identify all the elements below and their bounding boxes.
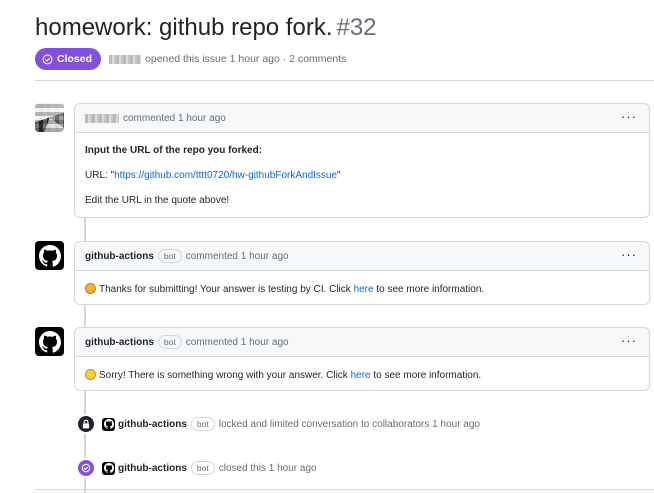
repo-url-link[interactable]: https://github.com/tttt0720/hw-githubFor… <box>114 170 337 181</box>
lock-badge <box>76 414 96 434</box>
comment-time[interactable]: commented 1 hour ago <box>123 113 226 124</box>
comment-author[interactable]: github-actions <box>85 337 154 348</box>
bot-badge: bot <box>157 249 182 263</box>
bot-badge: bot <box>190 461 215 475</box>
comment-text: to see more information. <box>373 284 485 295</box>
event-text: locked and limited conversation to colla… <box>218 418 480 430</box>
issue-meta: Closed opened this issue 1 hour ago · 2 … <box>35 48 346 70</box>
here-link[interactable]: here <box>354 284 374 295</box>
comment-author[interactable]: github-actions <box>85 251 154 262</box>
comment-body: Input the URL of the repo you forked: UR… <box>75 133 649 218</box>
timeline-event-closed: github-actions bot closed this 1 hour ag… <box>76 458 317 478</box>
bot-badge: bot <box>190 417 215 431</box>
issue-meta-text: opened this issue 1 hour ago · 2 comment… <box>145 53 347 65</box>
avatar[interactable] <box>35 103 64 132</box>
event-actor[interactable]: github-actions <box>118 419 187 430</box>
comment-line: Sorry! There is something wrong with you… <box>85 369 639 381</box>
crying-face-emoji-icon <box>85 369 96 380</box>
github-actions-avatar[interactable] <box>35 241 64 270</box>
comment-2: github-actions bot commented 1 hour ago … <box>74 241 650 305</box>
lock-icon <box>82 419 90 429</box>
comment-line: Input the URL of the repo you forked: <box>85 145 263 156</box>
url-prefix: URL: " <box>85 170 115 181</box>
bottom-divider <box>35 489 654 490</box>
github-logo-icon <box>38 330 61 353</box>
github-actions-mini-avatar[interactable] <box>102 461 115 475</box>
hands-emoji-icon <box>85 283 96 294</box>
bot-badge: bot <box>157 335 182 349</box>
issue-title: homework: github repo fork. #32 <box>35 14 377 42</box>
event-text: closed this 1 hour ago <box>218 462 317 474</box>
comment-text: to see more information. <box>370 370 482 381</box>
comment-line: Thanks for submitting! Your answer is te… <box>85 283 639 295</box>
comment-header: github-actions bot commented 1 hour ago … <box>75 242 649 271</box>
comment-menu-button[interactable]: ··· <box>621 334 637 347</box>
github-actions-mini-avatar[interactable] <box>102 417 115 431</box>
comment-url-line: URL: "https://github.com/tttt0720/hw-git… <box>85 170 639 181</box>
comment-body: Sorry! There is something wrong with you… <box>75 357 649 393</box>
comment-text: Thanks for submitting! Your answer is te… <box>99 284 354 295</box>
event-actor[interactable]: github-actions <box>118 463 187 474</box>
comment-body: Thanks for submitting! Your answer is te… <box>75 271 649 307</box>
comment-line: Edit the URL in the quote above! <box>85 195 230 206</box>
comment-header: commented 1 hour ago ··· <box>75 104 649 133</box>
header-divider <box>35 80 654 81</box>
comment-3: github-actions bot commented 1 hour ago … <box>74 327 650 391</box>
status-badge: Closed <box>35 48 102 70</box>
comment-menu-button[interactable]: ··· <box>621 248 637 261</box>
url-suffix: " <box>337 170 341 181</box>
github-actions-avatar[interactable] <box>35 327 64 356</box>
comment-time[interactable]: commented 1 hour ago <box>186 337 289 348</box>
comment-1: commented 1 hour ago ··· Input the URL o… <box>74 103 650 218</box>
github-logo-icon <box>38 244 61 267</box>
closed-badge <box>76 458 96 478</box>
comment-menu-button[interactable]: ··· <box>621 110 637 123</box>
closed-circle-icon <box>81 463 91 473</box>
issue-number: #32 <box>336 14 377 41</box>
comment-header: github-actions bot commented 1 hour ago … <box>75 328 649 357</box>
comment-text: Sorry! There is something wrong with you… <box>99 370 351 381</box>
closed-check-icon <box>42 54 53 64</box>
github-logo-icon <box>103 463 114 473</box>
here-link[interactable]: here <box>351 370 371 381</box>
author-name-redacted[interactable] <box>85 113 119 123</box>
comment-time[interactable]: commented 1 hour ago <box>186 251 289 262</box>
github-logo-icon <box>103 419 114 429</box>
timeline-event-locked: github-actions bot locked and limited co… <box>76 414 480 434</box>
author-name-redacted[interactable] <box>109 54 142 64</box>
status-label: Closed <box>57 53 93 65</box>
issue-title-text: homework: github repo fork. <box>35 14 333 41</box>
